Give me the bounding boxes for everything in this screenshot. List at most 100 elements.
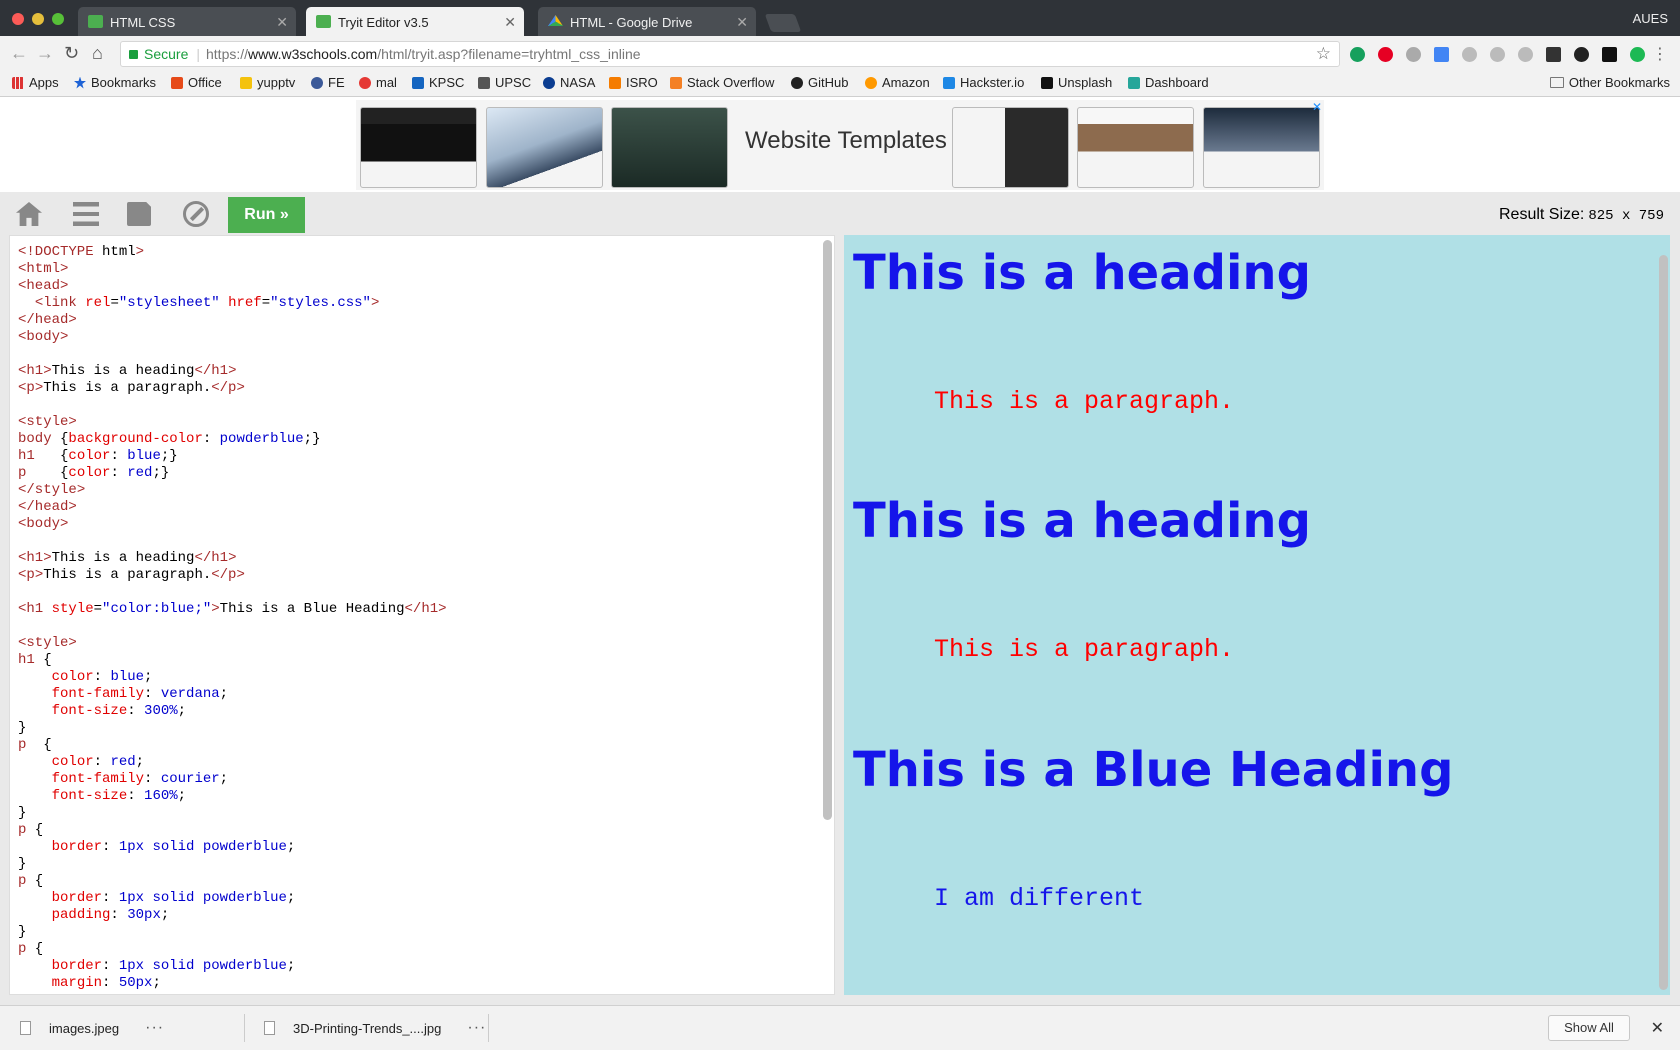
- home-icon[interactable]: [16, 202, 42, 226]
- skype-extension-icon[interactable]: [1490, 47, 1505, 62]
- code-editor[interactable]: <!DOCTYPE html> <html> <head> <link rel="s…: [9, 235, 835, 995]
- bookmark-unsplash[interactable]: Unsplash: [1041, 75, 1112, 90]
- browser-menu-icon[interactable]: ⋮: [1652, 44, 1668, 64]
- code-line[interactable]: [18, 346, 834, 363]
- code-line[interactable]: color: red;: [18, 754, 834, 771]
- code-line[interactable]: <link rel="stylesheet" href="styles.css"…: [18, 295, 834, 312]
- bookmark-fe[interactable]: FE: [311, 75, 345, 90]
- download-item[interactable]: images.jpeg ···: [20, 1006, 164, 1050]
- code-line[interactable]: p {color: red;}: [18, 465, 834, 482]
- reload-icon[interactable]: ↻: [64, 44, 79, 62]
- bookmark-upsc[interactable]: UPSC: [478, 75, 531, 90]
- code-line[interactable]: color: blue;: [18, 669, 834, 686]
- bookmark-office[interactable]: Office: [171, 75, 222, 90]
- rotate-layout-icon[interactable]: [183, 201, 209, 227]
- code-line[interactable]: border: 1px solid powderblue;: [18, 890, 834, 907]
- code-line[interactable]: }: [18, 805, 834, 822]
- bookmark-isro[interactable]: ISRO: [609, 75, 658, 90]
- bookmark-github[interactable]: GitHub: [791, 75, 848, 90]
- new-tab-button[interactable]: [764, 14, 802, 32]
- show-all-button[interactable]: Show All: [1548, 1015, 1630, 1041]
- bookmark-bookmarks[interactable]: Bookmarks: [74, 75, 156, 90]
- pocket-extension-icon[interactable]: [1546, 47, 1561, 62]
- code-line[interactable]: [18, 584, 834, 601]
- address-bar[interactable]: Secure | https://www.w3schools.com/html/tr…: [120, 41, 1340, 67]
- bookmark-hackster[interactable]: Hackster.io: [943, 75, 1024, 90]
- template-thumbnail[interactable]: [952, 107, 1069, 188]
- close-window-button[interactable]: [12, 13, 24, 25]
- code-line[interactable]: border: 1px solid powderblue;: [18, 839, 834, 856]
- bookmark-amazon[interactable]: Amazon: [865, 75, 930, 90]
- code-line[interactable]: <head>: [18, 278, 834, 295]
- code-scrollbar[interactable]: [823, 240, 832, 820]
- code-line[interactable]: </head>: [18, 499, 834, 516]
- bookmark-yupptv[interactable]: yupptv: [240, 75, 295, 90]
- translate-extension-icon[interactable]: [1434, 47, 1449, 62]
- template-thumbnail[interactable]: [611, 107, 728, 188]
- code-line[interactable]: padding: 30px;: [18, 907, 834, 924]
- code-line[interactable]: [18, 618, 834, 635]
- save-icon[interactable]: [127, 202, 151, 226]
- website-templates-ad[interactable]: Website Templates ✕: [356, 100, 1324, 190]
- pane-divider[interactable]: [835, 235, 844, 995]
- drive-extension-icon[interactable]: [1462, 47, 1477, 62]
- back-arrow-icon[interactable]: ←: [10, 44, 28, 62]
- home-icon[interactable]: ⌂: [92, 44, 103, 62]
- result-scrollbar[interactable]: [1659, 255, 1668, 990]
- close-icon[interactable]: ✕: [1651, 1018, 1664, 1038]
- close-tab-icon[interactable]: ✕: [504, 14, 516, 31]
- code-line[interactable]: [18, 533, 834, 550]
- profile-name[interactable]: AUES: [1633, 11, 1668, 26]
- template-thumbnail[interactable]: [486, 107, 603, 188]
- ad-close-icon[interactable]: ✕: [1312, 100, 1322, 114]
- code-line[interactable]: <!DOCTYPE html>: [18, 244, 834, 261]
- code-line[interactable]: </style>: [18, 482, 834, 499]
- template-thumbnail[interactable]: [1077, 107, 1194, 188]
- code-line[interactable]: border: 1px solid powderblue;: [18, 958, 834, 975]
- code-text[interactable]: <!DOCTYPE html> <html> <head> <link rel="s…: [10, 236, 834, 992]
- tab-html-css[interactable]: HTML CSS ✕: [78, 7, 296, 36]
- more-options-icon[interactable]: ···: [145, 1019, 164, 1037]
- forward-arrow-icon[interactable]: →: [36, 44, 54, 62]
- code-line[interactable]: p {: [18, 941, 834, 958]
- code-line[interactable]: p {: [18, 873, 834, 890]
- bookmark-mal[interactable]: mal: [359, 75, 397, 90]
- code-line[interactable]: }: [18, 720, 834, 737]
- template-thumbnail[interactable]: [1203, 107, 1320, 188]
- code-line[interactable]: h1 {color: blue;}: [18, 448, 834, 465]
- code-line[interactable]: p {: [18, 822, 834, 839]
- bookmark-stack-overflow[interactable]: Stack Overflow: [670, 75, 774, 90]
- code-line[interactable]: <body>: [18, 516, 834, 533]
- grammarly-extension-icon[interactable]: [1350, 47, 1365, 62]
- code-line[interactable]: }: [18, 924, 834, 941]
- tab-tryit-editor[interactable]: Tryit Editor v3.5 ✕: [306, 7, 524, 36]
- code-line[interactable]: font-family: verdana;: [18, 686, 834, 703]
- code-line[interactable]: <style>: [18, 414, 834, 431]
- code-line[interactable]: font-size: 300%;: [18, 703, 834, 720]
- menu-icon[interactable]: [73, 202, 99, 226]
- other-bookmarks[interactable]: Other Bookmarks: [1549, 75, 1670, 90]
- bookmark-apps[interactable]: Apps: [12, 75, 59, 90]
- close-tab-icon[interactable]: ✕: [276, 14, 288, 31]
- bookmark-star-icon[interactable]: ☆: [1316, 44, 1331, 64]
- code-line[interactable]: h1 {: [18, 652, 834, 669]
- code-line[interactable]: </head>: [18, 312, 834, 329]
- code-line[interactable]: margin: 50px;: [18, 975, 834, 992]
- code-line[interactable]: <h1>This is a heading</h1>: [18, 550, 834, 567]
- code-line[interactable]: <html>: [18, 261, 834, 278]
- code-line[interactable]: [18, 397, 834, 414]
- code-line[interactable]: <style>: [18, 635, 834, 652]
- shield-extension-icon[interactable]: [1406, 47, 1421, 62]
- maximize-window-button[interactable]: [52, 13, 64, 25]
- code-line[interactable]: font-family: courier;: [18, 771, 834, 788]
- code-line[interactable]: p {: [18, 737, 834, 754]
- pinterest-extension-icon[interactable]: [1378, 47, 1393, 62]
- notification-extension-icon[interactable]: [1602, 47, 1617, 62]
- download-item[interactable]: 3D-Printing-Trends_....jpg ···: [264, 1006, 486, 1050]
- code-line[interactable]: <body>: [18, 329, 834, 346]
- more-options-icon[interactable]: ···: [467, 1019, 486, 1037]
- run-button[interactable]: Run »: [228, 197, 305, 233]
- code-line[interactable]: <p>This is a paragraph.</p>: [18, 380, 834, 397]
- code-line[interactable]: }: [18, 856, 834, 873]
- status-extension-icon[interactable]: [1630, 47, 1645, 62]
